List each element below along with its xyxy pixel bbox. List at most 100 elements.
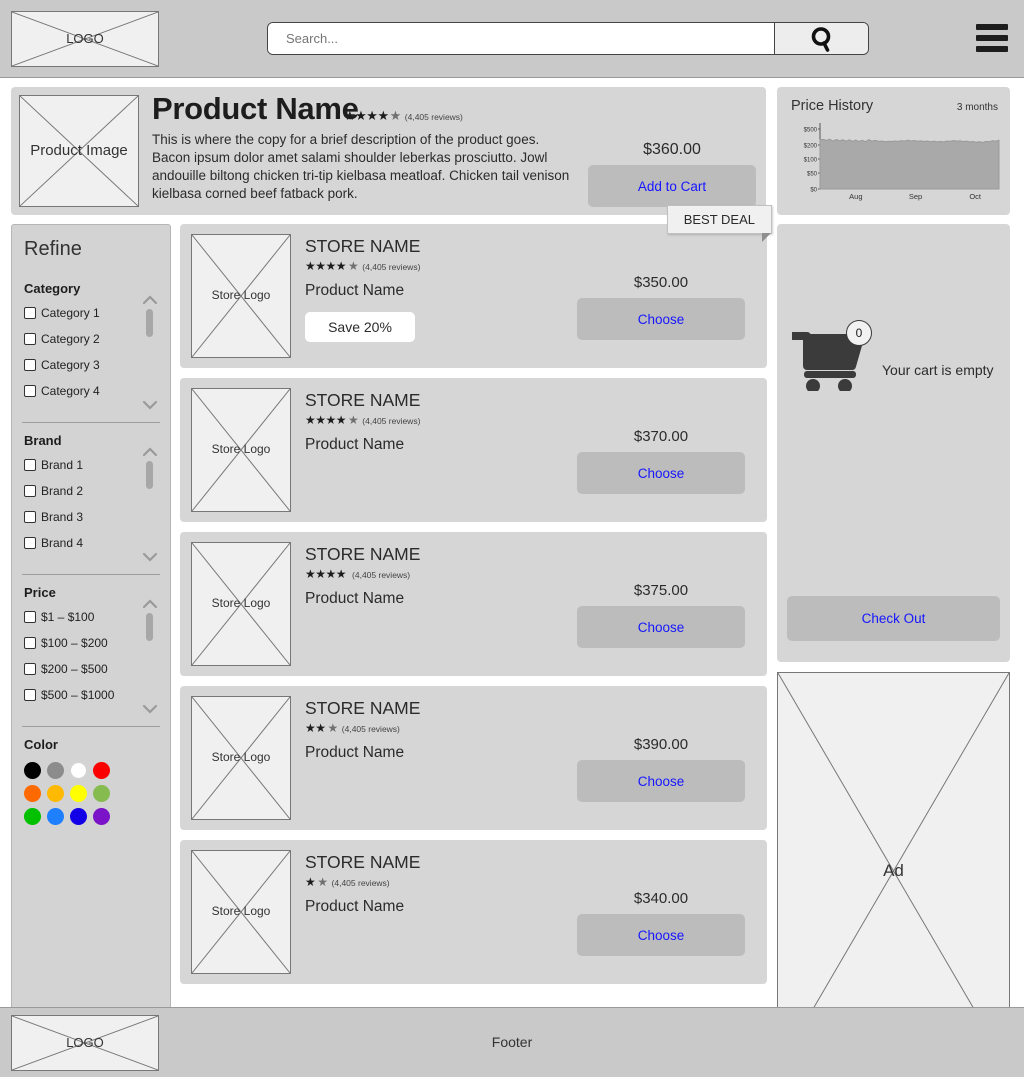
chevron-up-icon[interactable]	[142, 293, 158, 305]
product-image-placeholder[interactable]: Product Image	[19, 95, 139, 207]
refine-sidebar: Refine Category Category 1 Category 2 Categ…	[11, 224, 171, 1066]
facet-option-row[interactable]: Category 3	[24, 358, 160, 372]
color-swatch-4[interactable]	[93, 762, 110, 779]
checkout-button[interactable]: Check Out	[787, 596, 1000, 641]
store-name: STORE NAME	[305, 236, 421, 256]
checkbox-brand-3[interactable]	[24, 511, 36, 523]
save-badge[interactable]: Save 20%	[305, 312, 415, 342]
facet-option-row[interactable]: Brand 4	[24, 536, 160, 550]
facet-category-label: Category	[24, 281, 81, 296]
sidebar-title: Refine	[24, 238, 82, 260]
store-logo-placeholder[interactable]: Store Logo	[191, 850, 291, 974]
chevron-up-icon[interactable]	[142, 597, 158, 609]
checkbox-price-2[interactable]	[24, 637, 36, 649]
color-swatch-9[interactable]	[24, 808, 41, 825]
store-name: STORE NAME	[305, 390, 421, 410]
chevron-down-icon[interactable]	[142, 702, 158, 714]
search-bar[interactable]	[267, 22, 869, 55]
color-swatch-12[interactable]	[93, 808, 110, 825]
footer-logo-label: LOGO	[66, 1034, 104, 1050]
listing-product-name: Product Name	[305, 744, 405, 761]
hamburger-menu-button[interactable]	[976, 24, 1008, 52]
header-logo-label: LOGO	[66, 30, 104, 46]
price-history-card: Price History 3 months $500 $200 $100 $50 $0…	[777, 87, 1010, 215]
color-swatch-grid[interactable]	[24, 762, 160, 825]
scroll-thumb[interactable]	[146, 461, 153, 489]
facet-option-label: Brand 4	[41, 536, 84, 550]
rating-half-star: ★	[389, 108, 402, 123]
checkbox-price-4[interactable]	[24, 689, 36, 701]
add-to-cart-button[interactable]: Add to Cart	[588, 165, 756, 207]
store-logo-placeholder[interactable]: Store Logo	[191, 234, 291, 358]
facet-scrollbar[interactable]	[142, 293, 158, 410]
chevron-down-icon[interactable]	[142, 398, 158, 410]
facet-option-row[interactable]: Category 1	[24, 306, 160, 320]
checkbox-category-1[interactable]	[24, 307, 36, 319]
facet-option-row[interactable]: Category 2	[24, 332, 160, 346]
color-swatch-10[interactable]	[47, 808, 64, 825]
color-swatch-3[interactable]	[70, 762, 87, 779]
y-axis-tick: $100	[804, 158, 818, 164]
choose-button[interactable]: Choose	[577, 914, 745, 956]
facet-option-label: $200 – $500	[41, 662, 108, 676]
color-swatch-11[interactable]	[70, 808, 87, 825]
color-swatch-2[interactable]	[47, 762, 64, 779]
checkbox-price-1[interactable]	[24, 611, 36, 623]
store-logo-placeholder[interactable]: Store Logo	[191, 542, 291, 666]
facet-option-row[interactable]: $200 – $500	[24, 662, 160, 676]
facet-option-row[interactable]: Category 4	[24, 384, 160, 398]
hamburger-line	[976, 24, 1008, 30]
store-logo-placeholder[interactable]: Store Logo	[191, 696, 291, 820]
header-logo[interactable]: LOGO	[11, 11, 159, 67]
choose-button[interactable]: Choose	[577, 452, 745, 494]
listing-price: $350.00	[633, 274, 689, 291]
facet-option-row[interactable]: Brand 1	[24, 458, 160, 472]
facet-scrollbar[interactable]	[142, 445, 158, 562]
search-input[interactable]	[268, 23, 774, 54]
checkbox-brand-4[interactable]	[24, 537, 36, 549]
listing-price: $370.00	[633, 428, 689, 445]
checkbox-price-3[interactable]	[24, 663, 36, 675]
store-listing: Store Logo STORE NAME ★★★★ (4,405 reviews) P…	[180, 532, 767, 676]
facet-option-row[interactable]: $100 – $200	[24, 636, 160, 650]
y-axis-tick: $50	[807, 172, 818, 178]
color-swatch-8[interactable]	[93, 785, 110, 802]
facet-option-row[interactable]: Brand 3	[24, 510, 160, 524]
facet-option-label: Brand 3	[41, 510, 84, 524]
store-logo-label: Store Logo	[211, 596, 271, 611]
cart-panel: 0 Your cart is empty Check Out	[777, 224, 1010, 662]
checkbox-category-3[interactable]	[24, 359, 36, 371]
facet-option-row[interactable]: Brand 2	[24, 484, 160, 498]
store-listing: Store Logo STORE NAME ★★★★ ★ (4,405 reviews)…	[180, 205, 772, 368]
color-swatch-6[interactable]	[47, 785, 64, 802]
facet-scrollbar[interactable]	[142, 597, 158, 714]
store-logo-placeholder[interactable]: Store Logo	[191, 388, 291, 512]
hamburger-line	[976, 46, 1008, 52]
color-swatch-5[interactable]	[24, 785, 41, 802]
store-name: STORE NAME	[305, 544, 421, 564]
checkbox-brand-1[interactable]	[24, 459, 36, 471]
choose-button[interactable]: Choose	[577, 606, 745, 648]
hamburger-line	[976, 35, 1008, 41]
search-button[interactable]	[774, 23, 868, 54]
scroll-thumb[interactable]	[146, 613, 153, 641]
facet-option-row[interactable]: $1 – $100	[24, 610, 160, 624]
color-swatch-7[interactable]	[70, 785, 87, 802]
store-rating: ★★ ★ (4,405 reviews)	[305, 722, 400, 734]
store-listing: Store Logo STORE NAME ★ ★ (4,405 reviews) Pro…	[180, 840, 767, 984]
store-rating: ★ ★ (4,405 reviews)	[305, 876, 390, 888]
choose-button[interactable]: Choose	[577, 760, 745, 802]
choose-button[interactable]: Choose	[577, 298, 745, 340]
checkbox-category-2[interactable]	[24, 333, 36, 345]
checkbox-category-4[interactable]	[24, 385, 36, 397]
chevron-up-icon[interactable]	[142, 445, 158, 457]
store-listing: Store Logo STORE NAME ★★★★ ★ (4,405 reviews)…	[180, 378, 767, 522]
chevron-down-icon[interactable]	[142, 550, 158, 562]
facet-option-row[interactable]: $500 – $1000	[24, 688, 160, 702]
rating-half-star: ★	[327, 721, 339, 735]
checkbox-brand-2[interactable]	[24, 485, 36, 497]
x-axis-tick: Aug	[849, 192, 862, 201]
scroll-thumb[interactable]	[146, 309, 153, 337]
product-image-label: Product Image	[30, 142, 128, 160]
color-swatch-1[interactable]	[24, 762, 41, 779]
